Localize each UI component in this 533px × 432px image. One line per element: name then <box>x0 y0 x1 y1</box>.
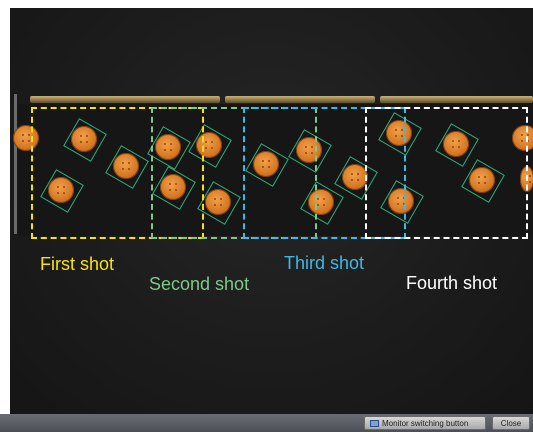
monitor-switching-button[interactable]: Monitor switching button <box>364 416 486 430</box>
conveyor-rail <box>30 96 220 103</box>
bottom-toolbar: Monitor switching button Close <box>0 414 533 432</box>
close-button[interactable]: Close <box>492 416 530 430</box>
fourth-shot-region <box>365 107 528 239</box>
first-shot-label: First shot <box>40 254 115 274</box>
monitor-switching-label: Monitor switching button <box>382 419 469 428</box>
conveyor-rail <box>380 96 533 103</box>
second-shot-label: Second shot <box>149 274 250 294</box>
third-shot-label: Third shot <box>284 253 365 273</box>
frame-edge <box>14 94 17 234</box>
conveyor-rail <box>225 96 375 103</box>
fourth-shot-label: Fourth shot <box>406 273 498 293</box>
camera-monitor-view: First shot Second shot Third shot Fourth… <box>10 8 533 414</box>
monitor-icon <box>370 420 379 427</box>
